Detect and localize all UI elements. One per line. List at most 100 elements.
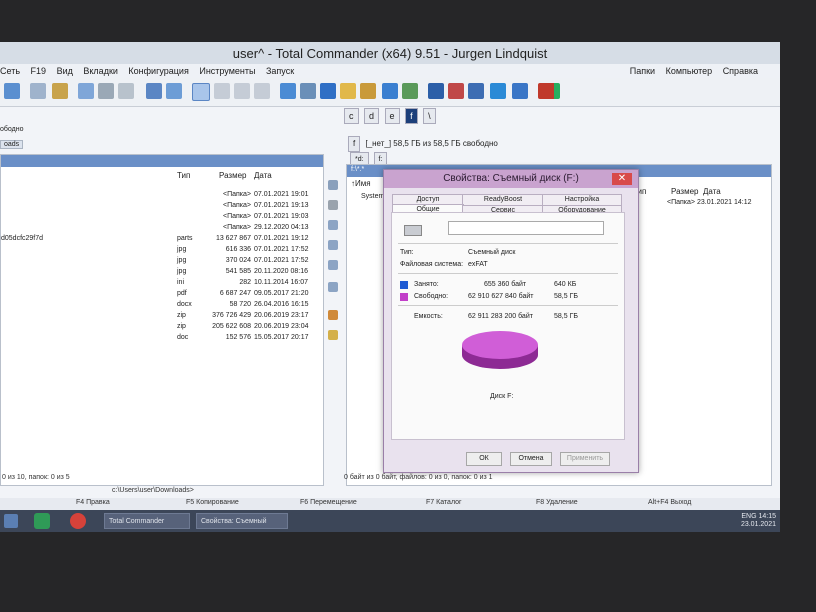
table-row[interactable]: jpg 370 024 07.01.2021 17:52 bbox=[1, 255, 321, 266]
right-col-name[interactable]: ↑Имя bbox=[351, 179, 371, 188]
thumbnail-icon[interactable] bbox=[98, 83, 114, 99]
volume-label-input[interactable] bbox=[448, 221, 604, 235]
cancel-button[interactable]: Отмена bbox=[510, 452, 552, 466]
drive-c[interactable]: c bbox=[344, 108, 359, 124]
command-line-path[interactable]: c:\Users\user\Downloads> bbox=[112, 487, 194, 494]
right-col-size[interactable]: Размер bbox=[671, 187, 699, 196]
menu-item-computer[interactable]: Компьютер bbox=[666, 66, 713, 76]
office-icon[interactable] bbox=[538, 83, 560, 99]
taskbar-item-tc[interactable]: Total Commander bbox=[104, 513, 190, 529]
f8-delete-button[interactable]: F8 Удаление bbox=[536, 499, 578, 506]
menu-item-net[interactable]: Сеть bbox=[0, 66, 20, 76]
left-col-size[interactable]: Размер bbox=[219, 171, 247, 180]
menu-item-help[interactable]: Справка bbox=[723, 66, 758, 76]
right-col-date[interactable]: Дата bbox=[703, 187, 721, 196]
left-col-type[interactable]: Тип bbox=[177, 171, 190, 180]
left-col-date[interactable]: Дата bbox=[254, 171, 272, 180]
view-brief-icon[interactable] bbox=[30, 83, 46, 99]
list-icon[interactable] bbox=[328, 282, 338, 292]
drive-root[interactable]: \ bbox=[423, 108, 436, 124]
file-date: 29.12.2020 04:13 bbox=[254, 224, 309, 231]
table-row[interactable]: doc 152 576 15.05.2017 20:17 bbox=[1, 332, 321, 343]
table-row[interactable]: ini 282 10.11.2014 16:07 bbox=[1, 277, 321, 288]
drive-e[interactable]: e bbox=[384, 108, 400, 124]
file-size: 282 bbox=[239, 279, 251, 286]
free-color-swatch bbox=[400, 293, 408, 301]
compare-dirs-icon[interactable] bbox=[328, 220, 338, 230]
left-tab[interactable]: oads bbox=[0, 140, 24, 149]
table-row[interactable]: zip 205 622 608 20.06.2019 23:04 bbox=[1, 321, 321, 332]
network-icon[interactable] bbox=[382, 83, 398, 99]
menu-item-tools[interactable]: Инструменты bbox=[199, 66, 255, 76]
ftp-icon[interactable] bbox=[280, 83, 296, 99]
drive-f[interactable]: f bbox=[405, 108, 418, 124]
skype-icon[interactable] bbox=[34, 513, 50, 529]
close-icon[interactable]: ✕ bbox=[612, 173, 632, 185]
table-row[interactable]: <Папка> 29.12.2020 04:13 bbox=[1, 222, 321, 233]
search-icon[interactable] bbox=[328, 180, 338, 190]
left-file-panel[interactable]: Тип Размер Дата <Папка> 07.01.2021 19:01 <… bbox=[0, 154, 324, 486]
table-row[interactable]: <Папка> 07.01.2021 19:03 bbox=[1, 211, 321, 222]
hotlist-icon[interactable] bbox=[468, 83, 484, 99]
table-row[interactable]: d05dcfc29f7d parts 13 627 867 07.01.2021 19… bbox=[1, 233, 321, 244]
taskbar-item-properties[interactable]: Свойства: Съемный bbox=[196, 513, 288, 529]
copy-names-icon[interactable] bbox=[214, 83, 230, 99]
multi-rename-icon[interactable] bbox=[360, 83, 376, 99]
file-type: parts bbox=[177, 235, 193, 242]
divider bbox=[398, 273, 618, 274]
right-row-date: 23.01.2021 14:12 bbox=[697, 199, 752, 206]
sync-icon[interactable] bbox=[300, 83, 316, 99]
info-icon[interactable] bbox=[118, 83, 134, 99]
f7-mkdir-button[interactable]: F7 Каталог bbox=[426, 499, 462, 506]
menu-item-config[interactable]: Конфигурация bbox=[128, 66, 188, 76]
ok-button[interactable]: ОК bbox=[466, 452, 502, 466]
menu-item-f19[interactable]: F19 bbox=[31, 66, 47, 76]
apply-button[interactable]: Применить bbox=[560, 452, 610, 466]
settings-icon[interactable] bbox=[448, 83, 464, 99]
table-row[interactable]: docx 58 720 26.04.2016 16:15 bbox=[1, 299, 321, 310]
table-row[interactable]: zip 376 726 429 20.06.2019 23:17 bbox=[1, 310, 321, 321]
drive-bar-top: c d e f \ bbox=[344, 108, 439, 124]
menu-item-view[interactable]: Вид bbox=[57, 66, 73, 76]
f4-edit-button[interactable]: F4 Правка bbox=[76, 499, 110, 506]
table-row[interactable]: jpg 541 585 20.11.2020 08:16 bbox=[1, 266, 321, 277]
view-full-icon[interactable] bbox=[52, 83, 68, 99]
search-files-icon[interactable] bbox=[320, 83, 336, 99]
move-icon[interactable] bbox=[328, 260, 338, 270]
copy-icon[interactable] bbox=[328, 240, 338, 250]
disk-icon[interactable] bbox=[428, 83, 444, 99]
notepad-icon[interactable] bbox=[340, 83, 356, 99]
file-date: 20.11.2020 08:16 bbox=[254, 268, 308, 275]
alt-f4-exit-button[interactable]: Alt+F4 Выход bbox=[648, 499, 691, 506]
language-indicator[interactable]: ENG bbox=[741, 513, 756, 520]
pack-icon[interactable] bbox=[146, 83, 162, 99]
table-row[interactable]: jpg 616 336 07.01.2021 17:52 bbox=[1, 244, 321, 255]
menu-item-tabs[interactable]: Вкладки bbox=[83, 66, 118, 76]
browser-icon[interactable] bbox=[490, 83, 506, 99]
select-all-icon[interactable] bbox=[192, 83, 210, 101]
mail-icon[interactable] bbox=[512, 83, 528, 99]
console-icon[interactable] bbox=[402, 83, 418, 99]
edit-icon[interactable] bbox=[328, 200, 338, 210]
compare-icon[interactable] bbox=[254, 83, 270, 99]
divider bbox=[398, 243, 618, 244]
tree-icon[interactable] bbox=[78, 83, 94, 99]
new-folder-icon[interactable] bbox=[328, 330, 338, 340]
refresh-icon[interactable] bbox=[4, 83, 20, 99]
menu-item-folders[interactable]: Папки bbox=[630, 66, 655, 76]
unpack-icon[interactable] bbox=[166, 83, 182, 99]
users-icon[interactable] bbox=[328, 310, 338, 320]
drive-d[interactable]: d bbox=[364, 108, 380, 124]
chrome-icon[interactable] bbox=[70, 513, 86, 529]
f5-copy-button[interactable]: F5 Копирование bbox=[186, 499, 239, 506]
table-row[interactable]: <Папка> 07.01.2021 19:13 bbox=[1, 200, 321, 211]
copy-paths-icon[interactable] bbox=[234, 83, 250, 99]
menu-item-launch[interactable]: Запуск bbox=[266, 66, 294, 76]
right-drive-selector[interactable]: f bbox=[348, 136, 361, 152]
start-icon[interactable] bbox=[4, 514, 18, 528]
file-date: 10.11.2014 16:07 bbox=[254, 279, 308, 286]
f6-move-button[interactable]: F6 Перемещение bbox=[300, 499, 357, 506]
table-row[interactable]: <Папка> 07.01.2021 19:01 bbox=[1, 189, 321, 200]
table-row[interactable]: pdf 6 687 247 09.05.2017 21:20 bbox=[1, 288, 321, 299]
file-type: zip bbox=[177, 312, 186, 319]
